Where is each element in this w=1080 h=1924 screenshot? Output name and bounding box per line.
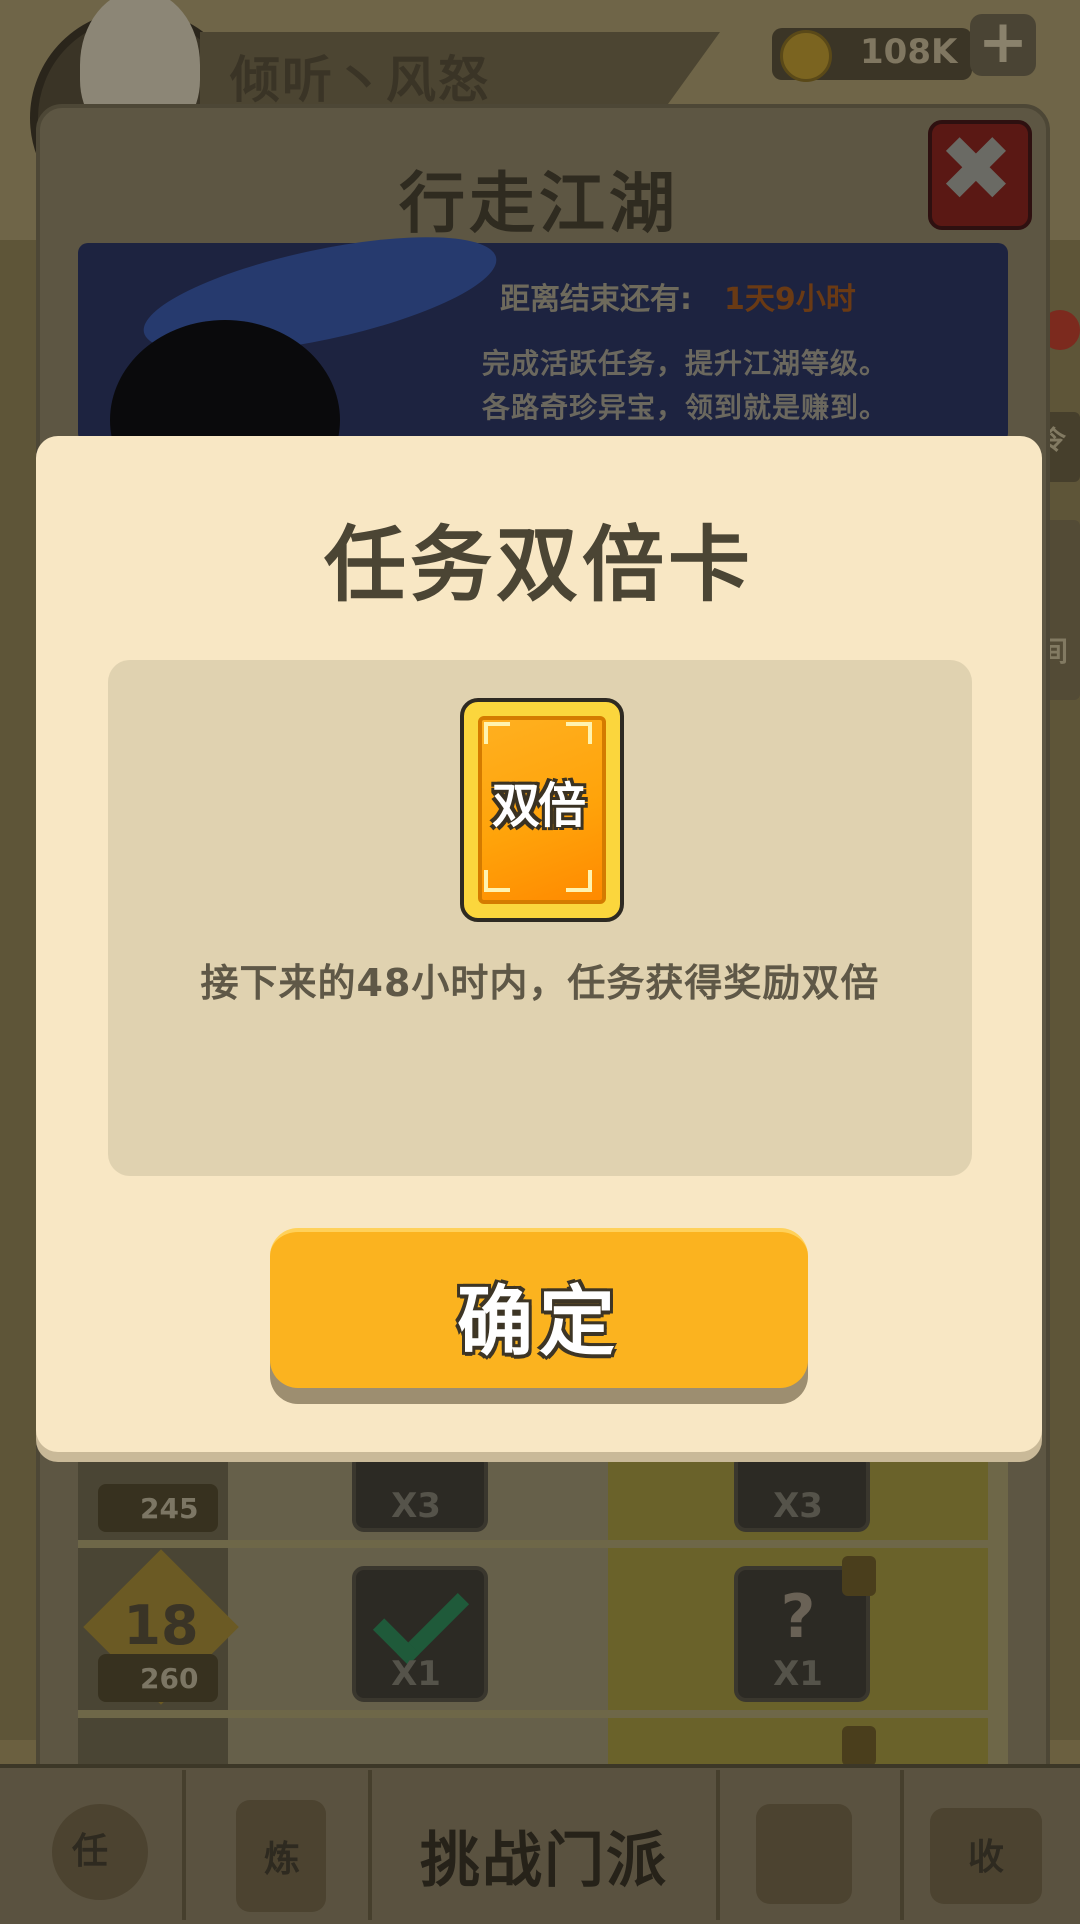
nav-forge-label: 炼 [264, 1839, 301, 1880]
nav-divider [182, 1770, 186, 1920]
card-corner-ornament [566, 722, 592, 744]
challenge-sect-button[interactable]: 挑战门派 [420, 1812, 668, 1899]
nav-guild-icon[interactable] [756, 1804, 852, 1904]
card-corner-ornament [566, 870, 592, 892]
reward-multiplier: X1 [773, 1654, 823, 1694]
fire-count: 260 [140, 1662, 199, 1695]
fire-count: 245 [140, 1492, 199, 1525]
nav-collect-label: 收 [968, 1837, 1005, 1878]
premium-reward-cell [608, 1718, 988, 1768]
countdown-value: 1天9小时 [724, 282, 856, 317]
event-panel-title: 行走江湖 [399, 165, 679, 242]
card-label: 双倍 [491, 778, 586, 834]
level-cell [78, 1718, 228, 1768]
card-corner-ornament [484, 722, 510, 744]
add-coins-button[interactable]: + [970, 12, 1036, 76]
event-description-line-1: 完成活跃任务，提升江湖等级。 [482, 347, 889, 380]
dialog-title: 任务双倍卡 [323, 518, 754, 613]
lock-icon [842, 1556, 876, 1596]
reward-multiplier: X3 [391, 1486, 441, 1526]
level-number: 18 [123, 1594, 199, 1657]
player-name: 倾听丶风怒 [230, 51, 490, 109]
nav-divider [368, 1770, 372, 1920]
event-description-line-2: 各路奇珍异宝，领到就是赚到。 [482, 391, 889, 424]
coin-amount: 108K [860, 32, 958, 72]
countdown-label: 距离结束还有: [500, 282, 692, 317]
nav-task-label: 任 [72, 1831, 109, 1872]
lock-icon [842, 1726, 876, 1766]
card-description: 接下来的48小时内，任务获得奖励双倍 [200, 961, 880, 1005]
confirm-button-label: 确定 [457, 1277, 621, 1366]
card-corner-ornament [484, 870, 510, 892]
coin-icon [780, 30, 832, 82]
free-reward-cell [228, 1718, 608, 1768]
reward-multiplier: X3 [773, 1486, 823, 1526]
left-side-strip [0, 240, 36, 1740]
nav-divider [900, 1770, 904, 1920]
close-icon: ✖ [938, 117, 1014, 222]
nav-divider [716, 1770, 720, 1920]
reward-multiplier: X1 [391, 1654, 441, 1694]
